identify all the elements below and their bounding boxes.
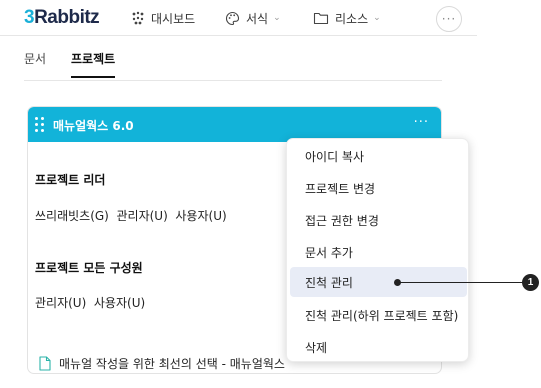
top-bar: 3Rabbitz 대시보드 서식 ⌄ 리소스 ⌄ ··· (0, 0, 477, 36)
callout-dot (394, 279, 401, 286)
tab-bar: 문서 프로젝트 (24, 50, 442, 81)
callout-line (397, 282, 525, 283)
more-options-button[interactable]: ··· (436, 6, 462, 32)
nav-format-label: 서식 (246, 11, 269, 26)
leader-label: 프로젝트 리더 (35, 173, 106, 187)
document-link[interactable]: 매뉴얼 작성을 위한 최선의 선택 - 매뉴얼웍스 (39, 355, 285, 372)
dashboard-icon (132, 11, 144, 25)
menu-item-progress-sub[interactable]: 진척 관리(하위 프로젝트 포함) (287, 300, 468, 330)
palette-icon (225, 11, 240, 25)
menu-item-delete[interactable]: 삭제 (287, 332, 468, 362)
callout-badge: 1 (522, 274, 539, 291)
app-logo[interactable]: 3Rabbitz (24, 7, 100, 29)
nav-format[interactable]: 서식 ⌄ (225, 0, 281, 36)
tab-documents[interactable]: 문서 (24, 50, 46, 76)
card-more-icon[interactable]: ··· (414, 115, 429, 130)
members-value: 관리자(U) 사용자(U) (35, 296, 146, 310)
leader-value: 쓰리래빗츠(G) 관리자(U) 사용자(U) (35, 209, 227, 223)
logo-text: Rabbitz (34, 7, 100, 28)
logo-number: 3 (24, 7, 35, 28)
document-icon (39, 356, 51, 371)
nav-resources-label: 리소스 (335, 11, 369, 26)
menu-item-change-project[interactable]: 프로젝트 변경 (287, 173, 468, 203)
tab-projects[interactable]: 프로젝트 (71, 50, 116, 78)
chevron-down-icon: ⌄ (273, 13, 281, 23)
context-menu: 아이디 복사 프로젝트 변경 접근 권한 변경 문서 추가 진척 관리 진척 관… (286, 138, 469, 362)
folder-icon (313, 12, 329, 25)
card-title[interactable]: 매뉴얼웍스 6.0 (53, 117, 134, 134)
members-label: 프로젝트 모든 구성원 (35, 261, 143, 275)
card-header: 매뉴얼웍스 6.0 ··· (28, 107, 441, 142)
menu-item-change-access[interactable]: 접근 권한 변경 (287, 205, 468, 235)
nav-dashboard[interactable]: 대시보드 (131, 0, 195, 36)
menu-item-add-document[interactable]: 문서 추가 (287, 237, 468, 267)
menu-item-copy-id[interactable]: 아이디 복사 (287, 141, 468, 171)
chevron-down-icon: ⌄ (373, 13, 381, 23)
nav-resources[interactable]: 리소스 ⌄ (313, 0, 381, 36)
nav-dashboard-label: 대시보드 (151, 11, 196, 26)
document-title: 매뉴얼 작성을 위한 최선의 선택 - 매뉴얼웍스 (59, 357, 285, 371)
drag-handle-icon[interactable] (35, 117, 45, 132)
